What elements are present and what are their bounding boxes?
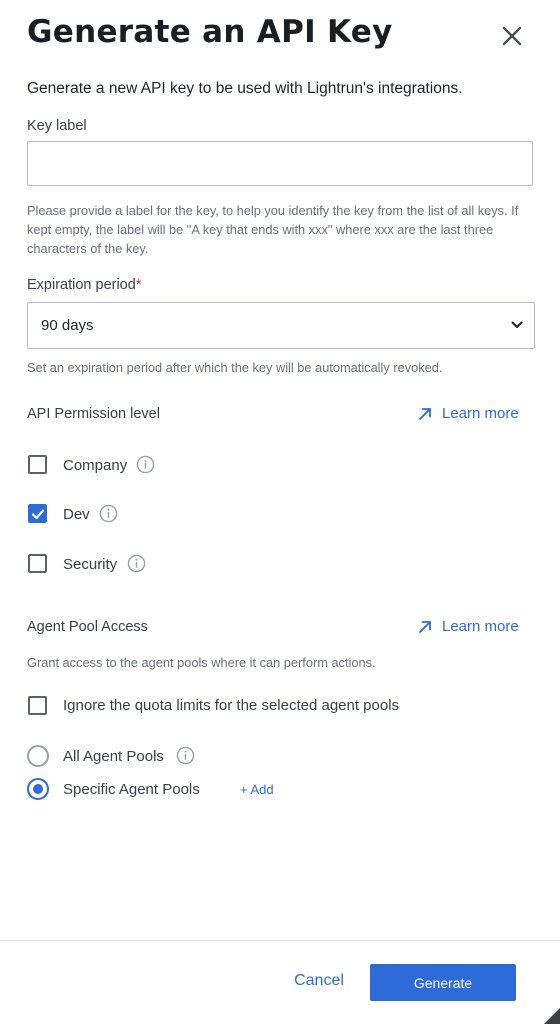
expiration-select[interactable]: 90 days (27, 302, 535, 349)
expiration-label: Expiration period* (27, 277, 141, 293)
company-label: Company (63, 457, 128, 474)
key-label-field-wrapper (27, 141, 533, 186)
resize-corner (544, 1008, 560, 1024)
permission-level-label: API Permission level (27, 406, 160, 422)
all-agent-pools-label: All Agent Pools (63, 748, 164, 765)
info-icon[interactable] (99, 504, 118, 523)
external-arrow-icon (419, 407, 431, 420)
dialog-title: Generate an API Key (27, 14, 393, 50)
all-agent-pools-radio[interactable] (27, 745, 49, 767)
security-label: Security (63, 556, 118, 573)
cancel-button[interactable]: Cancel (288, 972, 350, 996)
add-agent-pool-button[interactable]: + Add (240, 782, 274, 797)
permissions-learn-more-link[interactable]: Learn more (418, 405, 519, 422)
close-icon (502, 26, 522, 46)
dev-label: Dev (63, 506, 90, 523)
agent-pool-help: Grant access to the agent pools where it… (27, 655, 376, 670)
checkmark-icon (31, 509, 45, 520)
close-button[interactable] (498, 22, 526, 50)
specific-agent-pools-label: Specific Agent Pools (63, 781, 200, 798)
footer-divider (0, 940, 560, 941)
company-checkbox[interactable] (28, 455, 47, 474)
key-label-input[interactable] (28, 142, 532, 185)
agent-pool-access-label: Agent Pool Access (27, 619, 148, 635)
external-arrow-icon (419, 620, 431, 633)
ignore-quota-label: Ignore the quota limits for the selected… (63, 697, 400, 714)
expiration-help: Set an expiration period after which the… (27, 360, 443, 375)
dialog-subtitle: Generate a new API key to be used with L… (27, 80, 463, 97)
info-icon[interactable] (136, 455, 155, 474)
expiration-selected-value: 90 days (41, 317, 94, 334)
agent-pool-learn-more-link[interactable]: Learn more (418, 618, 519, 635)
key-label-heading: Key label (27, 118, 87, 134)
expiration-label-text: Expiration period (27, 277, 136, 293)
chevron-down-icon (511, 321, 523, 328)
generate-button[interactable]: Generate (370, 964, 516, 1001)
info-icon[interactable] (176, 746, 195, 765)
key-label-help: Please provide a label for the key, to h… (27, 203, 519, 256)
dev-checkbox[interactable] (28, 504, 47, 523)
required-mark: * (135, 277, 142, 293)
learn-more-text: Learn more (442, 405, 519, 422)
ignore-quota-checkbox[interactable] (28, 696, 47, 715)
learn-more-text: Learn more (442, 618, 519, 635)
info-icon[interactable] (127, 554, 146, 573)
specific-agent-pools-radio[interactable] (27, 778, 49, 800)
security-checkbox[interactable] (28, 554, 47, 573)
